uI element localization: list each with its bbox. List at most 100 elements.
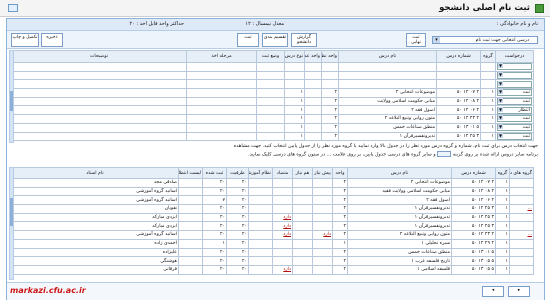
cell-empty[interactable] [284, 79, 305, 90]
cell-empty[interactable] [338, 62, 437, 72]
cell-stage[interactable] [186, 114, 257, 124]
cell-empty[interactable] [256, 70, 285, 81]
cell-empty[interactable] [186, 62, 257, 72]
cell-nt[interactable]: ۲ [321, 131, 339, 142]
cell-empty[interactable] [436, 62, 481, 72]
cell-req[interactable]: ثبت [495, 96, 534, 107]
cell-empty[interactable] [304, 79, 322, 90]
cell-group[interactable]: ۱ [480, 105, 496, 116]
table-row[interactable]: ۱۳ ۲۵ ۱۲ ۵۰ تدبرونفسیرقرآن ۱ ۲ دارد ۲۰ ۲۰ ابزد… [11, 221, 534, 232]
cell-type[interactable]: ۱ [284, 122, 305, 133]
request-select[interactable] [497, 72, 532, 79]
table-row[interactable]: ۱۵ ۰۵ ۱۳ ۵۰ تاریخ فلسفه غرب ۱ ۲ ۲۰ ۲۰ هوشنگی [11, 256, 534, 266]
cell-group[interactable]: ۱ [480, 88, 496, 98]
show-course-icon[interactable] [437, 150, 452, 157]
division-button[interactable]: تقسیم بندی [262, 33, 288, 47]
cell-desc[interactable] [11, 105, 187, 116]
cell-req[interactable]: ثبت [495, 88, 534, 98]
print-student-button[interactable]: گزارش دانشجو [291, 33, 317, 47]
cell-status[interactable] [256, 88, 285, 98]
request-select[interactable]: انتظار [497, 106, 532, 114]
cell-desc[interactable] [11, 88, 187, 98]
request-select[interactable]: ثبت [497, 132, 532, 140]
cell-empty[interactable] [304, 62, 322, 72]
table-row[interactable]: ۱۲ ۰۸ ۱۲ ۵۰ مبانی حکومت اسلامی وولایت فقی… [11, 186, 534, 197]
cell-req[interactable]: ثبت [495, 131, 534, 142]
cell-type[interactable]: ۱ [284, 96, 305, 107]
cell-code[interactable]: ۵ ۰۱ ۱۳ ۵۰ [436, 122, 481, 133]
cell-empty[interactable] [304, 70, 322, 81]
cell-empty[interactable] [321, 79, 339, 90]
cell-req[interactable]: انتظار [495, 105, 534, 116]
cell-groups[interactable]: ... [509, 204, 534, 214]
complete-print-button[interactable]: تکمیل و چاپ [11, 33, 39, 47]
course-filter-select[interactable]: درسی انتخابی جهت ثبت نام ▾ [432, 36, 538, 44]
prev-page-button[interactable]: ◂ [482, 286, 504, 297]
cell-desc[interactable] [11, 131, 187, 142]
cell-am[interactable] [304, 88, 322, 98]
cell-groups[interactable] [509, 256, 534, 266]
cell-opp[interactable]: دارد [272, 230, 293, 240]
cell-stage[interactable] [186, 122, 257, 133]
confirm-button[interactable]: ثبت [237, 33, 259, 47]
top-scroll-thumb[interactable] [10, 91, 13, 111]
table-row[interactable]: ... ۱ ۲ ۴۳ ۱۲ ۵۰ متون روایی وتبیع البلاغه ۲… [11, 230, 534, 240]
cell-group[interactable]: ۱ [480, 96, 496, 107]
cell-empty[interactable] [436, 79, 481, 90]
cell-stage[interactable] [186, 88, 257, 98]
cell-empty[interactable] [480, 70, 496, 81]
cell-type[interactable]: ۱ [284, 114, 305, 124]
cell-status[interactable] [256, 122, 285, 133]
cell-pre[interactable] [312, 247, 333, 258]
cell-code[interactable]: ۲ ۴۳ ۱۲ ۵۰ [436, 114, 481, 124]
cell-nt[interactable]: ۲ [321, 114, 339, 124]
top-table-scrollbar[interactable] [9, 50, 14, 143]
table-row-empty[interactable] [11, 62, 534, 72]
table-row[interactable]: ثبت۱۲ ۰۷ ۱۲ ۵۰موضوعات انتخابی ۲۲۱ [11, 88, 534, 98]
cell-type[interactable]: ۱ [284, 88, 305, 98]
cell-groups[interactable] [509, 212, 534, 223]
cell-type[interactable]: ۱ [284, 105, 305, 116]
cell-empty[interactable] [480, 62, 496, 72]
cell-empty[interactable] [338, 79, 437, 90]
request-select[interactable]: ثبت [497, 89, 532, 97]
cell-req[interactable]: ثبت [495, 114, 534, 124]
cell-am[interactable] [304, 122, 322, 133]
cell-opp[interactable]: دارد [272, 221, 293, 232]
cell-opp[interactable] [272, 256, 293, 266]
cell-status[interactable] [256, 131, 285, 142]
cell-am[interactable] [304, 131, 322, 142]
cell-empty[interactable] [495, 62, 534, 72]
cell-empty[interactable] [256, 62, 285, 72]
cell-opp[interactable] [272, 247, 293, 258]
cell-opp[interactable] [272, 195, 293, 206]
cell-am[interactable] [304, 96, 322, 107]
cell-pre[interactable] [312, 221, 333, 232]
cell-empty[interactable] [186, 70, 257, 81]
cell-empty[interactable] [321, 62, 339, 72]
cell-nt[interactable]: ۲ [321, 88, 339, 98]
cell-groups[interactable] [509, 195, 534, 206]
cell-groups[interactable] [509, 186, 534, 197]
cell-pre[interactable]: دارد [312, 230, 333, 240]
cell-group[interactable]: ۱ [480, 122, 496, 133]
cell-stage[interactable] [186, 96, 257, 107]
cell-pre[interactable] [312, 264, 333, 275]
cell-code[interactable]: ۲ ۰۷ ۱۲ ۵۰ [436, 88, 481, 98]
cell-groups[interactable] [509, 264, 534, 275]
cell-empty[interactable] [321, 70, 339, 81]
table-row[interactable]: ثبت۱۲ ۰۸ ۱۲ ۵۰مبانی حکومت اسلامی وولایت۲… [11, 96, 534, 107]
cell-desc[interactable] [11, 114, 187, 124]
table-row[interactable]: انتظار۱۲ ۰۶ ۱۲ ۵۰اصول فقه ۲۲۱ [11, 105, 534, 116]
cell-status[interactable] [256, 114, 285, 124]
cell-status[interactable] [256, 105, 285, 116]
cell-group[interactable]: ۱ [480, 114, 496, 124]
cell-empty[interactable] [495, 70, 534, 81]
table-row-empty[interactable] [11, 70, 534, 81]
cell-pre[interactable] [312, 212, 333, 223]
cell-opp[interactable] [272, 204, 293, 214]
cell-type[interactable]: ۱ [284, 131, 305, 142]
cell-stage[interactable] [186, 131, 257, 142]
table-row[interactable]: ۱۲ ۰۷ ۱۲ ۵۰ موضوعات انتخابی ۲ ۲ ۲۰ ۲۰ صادقی م… [11, 178, 534, 188]
cell-empty[interactable] [11, 62, 187, 72]
